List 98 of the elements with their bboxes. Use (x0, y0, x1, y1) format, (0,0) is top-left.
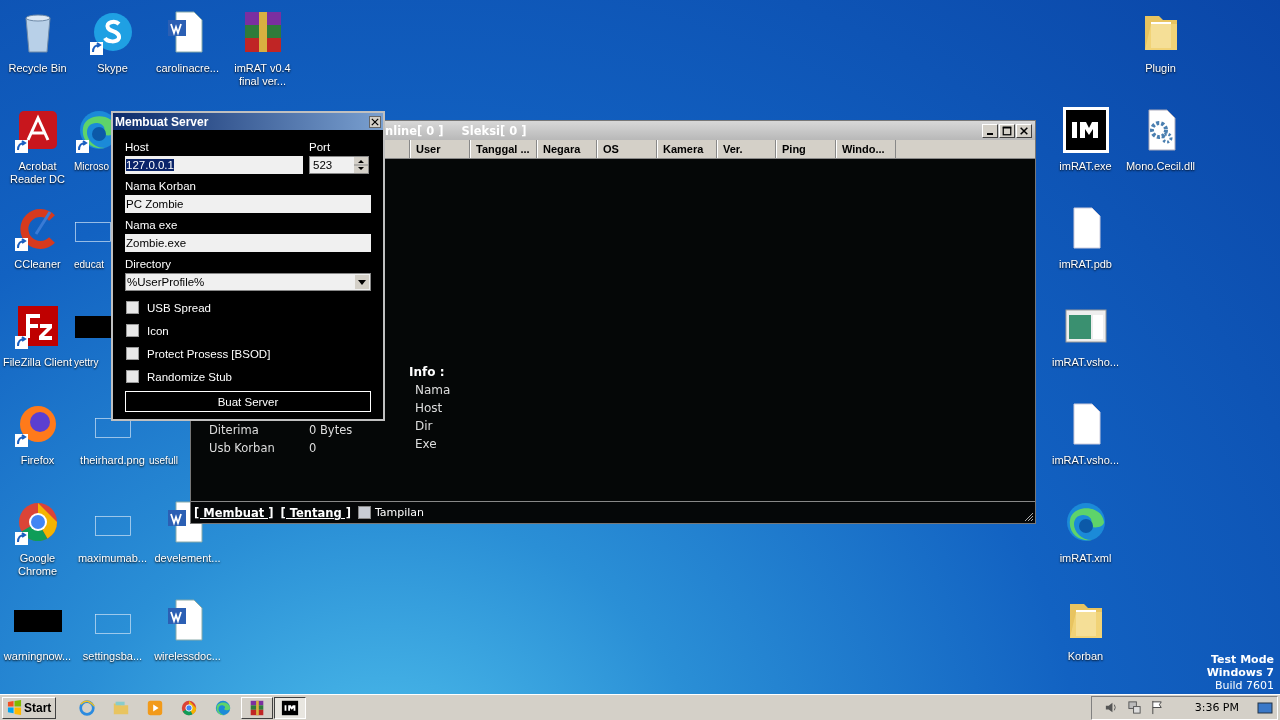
checkbox-label: Randomize Stub (147, 370, 233, 383)
desktop-icon-label[interactable]: maximumab... (77, 552, 148, 565)
close-icon (371, 117, 379, 126)
checkbox[interactable] (126, 370, 139, 383)
field-label: Host (125, 140, 149, 154)
desktop-icon-label[interactable]: settingsba... (82, 650, 143, 663)
im-logo-icon (1061, 106, 1110, 154)
field-label: Nama Korban (125, 179, 196, 193)
wave-browser-icon (214, 698, 233, 717)
build-server-button[interactable]: Buat Server (125, 391, 371, 412)
text-field[interactable]: PC Zombie (125, 195, 371, 213)
checkbox[interactable] (126, 324, 139, 337)
column-header[interactable]: Kamera (657, 140, 717, 158)
info-heading: Info : (409, 364, 445, 381)
os-watermark-text: Test Mode (1211, 653, 1274, 666)
desktop-icon-label[interactable]: educat (74, 258, 105, 271)
desktop-icon-label[interactable]: Microso (74, 160, 109, 173)
info-label: Dir (415, 418, 433, 435)
desktop-icon-label[interactable]: imRAT.exe (1059, 160, 1112, 173)
im-logo-icon (281, 698, 300, 717)
desktop-icon-label[interactable]: usefull (149, 454, 178, 467)
desktop-icon-label[interactable]: Firefox (20, 454, 55, 467)
desktop-icon-label[interactable]: yettry (74, 356, 99, 369)
show-desktop-icon[interactable] (1257, 699, 1273, 716)
caret-icon (355, 275, 369, 289)
desktop-icon-label[interactable]: Recycle Bin (8, 62, 67, 75)
desktop-icon-label[interactable]: Mono.Cecil.dll (1125, 160, 1196, 173)
stat-label: Diterima (209, 422, 260, 439)
checkbox-label: Protect Prosess [BSOD] (147, 347, 271, 360)
field-label: Directory (125, 257, 171, 271)
close-icon (1019, 125, 1029, 136)
checkbox[interactable] (357, 506, 371, 519)
column-header[interactable]: User (410, 140, 470, 158)
column-header[interactable]: Tanggal ... (470, 140, 537, 158)
column-header[interactable]: Negara (537, 140, 597, 158)
resize-grip-icon[interactable] (1024, 512, 1034, 522)
flag-icon[interactable] (1149, 700, 1165, 715)
field-label: Port (309, 140, 331, 154)
desktop-icon-label[interactable]: imRAT.vsho... (1052, 356, 1119, 369)
column-header[interactable]: Ping (776, 140, 836, 158)
info-label: Host (415, 400, 443, 417)
desktop-icon-label[interactable]: CCleaner (14, 258, 61, 271)
network-icon[interactable] (1126, 700, 1142, 715)
port-spinner[interactable]: 523 (309, 156, 369, 174)
desktop-icon-label[interactable]: theirhard.png (80, 454, 145, 467)
text-field[interactable]: Zombie.exe (125, 234, 371, 252)
desktop-icon-label[interactable]: Plugin (1145, 62, 1176, 75)
os-watermark-text: Windows 7 (1206, 666, 1274, 679)
stat-value: 0 Bytes (309, 422, 353, 439)
minimize-button[interactable] (982, 123, 998, 138)
maximize-button[interactable] (999, 123, 1015, 138)
desktop-icon-label[interactable]: FileZilla Client (2, 356, 73, 369)
menu-link[interactable]: [ Tentang ] (280, 505, 351, 520)
desktop-icon-label[interactable]: develement... (154, 552, 221, 565)
blank-file-icon (94, 614, 131, 634)
dialog-title: Membuat Server (115, 114, 209, 129)
e-browser-icon (78, 698, 97, 717)
field-label: Nama exe (125, 218, 178, 232)
desktop-icon-label[interactable]: imRAT.xml (1059, 552, 1112, 565)
info-label: Exe (415, 436, 437, 453)
blank-file-icon (75, 222, 111, 242)
column-header[interactable]: Windo... (836, 140, 896, 158)
desktop-icon-label[interactable]: Acrobat Reader DC (0, 160, 75, 186)
taskbar-button[interactable] (274, 696, 307, 719)
checkbox-label: USB Spread (147, 301, 211, 314)
checkbox[interactable] (126, 301, 139, 314)
clock[interactable]: 3:36 PM (1194, 701, 1239, 714)
dropdown[interactable]: %UserProfile% (125, 273, 371, 291)
close-button[interactable] (369, 115, 381, 128)
desktop-icon-label[interactable]: carolinacre... (156, 62, 219, 75)
desktop-icon-label[interactable]: imRAT.pdb (1059, 258, 1112, 271)
blank-file-icon (94, 516, 131, 536)
minimize-icon (987, 132, 993, 135)
info-label: Nama (415, 382, 451, 399)
checkbox-label: Icon (147, 324, 169, 337)
spinner-arrows-icon[interactable] (354, 157, 368, 173)
column-header[interactable]: OS (597, 140, 657, 158)
desktop-icon-label[interactable]: Korban (1067, 650, 1104, 663)
checkbox-label: Tampilan (374, 506, 425, 519)
column-header[interactable]: Ver. (717, 140, 776, 158)
windows-logo-icon (7, 700, 22, 715)
desktop-icon-label[interactable]: Google Chrome (0, 552, 75, 578)
start-button[interactable]: Start (2, 696, 57, 719)
desktop-icon-label[interactable]: imRAT.vsho... (1052, 454, 1119, 467)
stat-label: Usb Korban (209, 440, 276, 457)
menu-link[interactable]: [ Membuat ] (194, 505, 274, 520)
os-watermark-text: Build 7601 (1214, 679, 1274, 692)
host-field[interactable]: 127.0.0.1 (125, 156, 303, 174)
desktop-icon-label[interactable]: imRAT v0.4 final ver... (225, 62, 300, 88)
maximize-icon (1002, 125, 1012, 136)
stat-value: 0 (309, 440, 317, 457)
window-title: nline[ 0 ] (385, 123, 444, 138)
desktop-icon-label[interactable]: warningnow... (3, 650, 72, 663)
desktop-icon-label[interactable]: Skype (97, 62, 128, 75)
checkbox[interactable] (126, 347, 139, 360)
window-title: Sleksi[ 0 ] (461, 123, 527, 138)
browser-ball-icon (180, 698, 199, 717)
play-icon (146, 698, 165, 717)
